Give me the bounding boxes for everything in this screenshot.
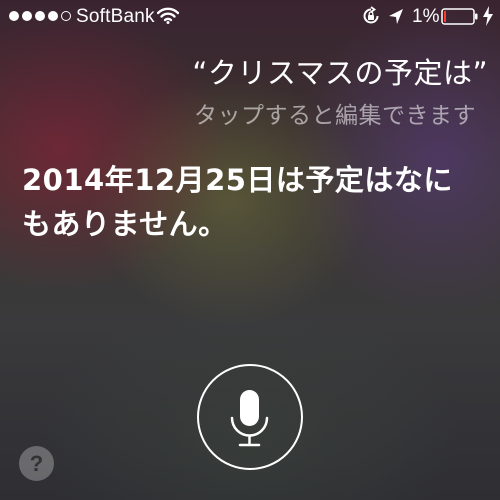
- wifi-icon: [157, 7, 179, 24]
- help-button[interactable]: ?: [19, 446, 54, 481]
- microphone-button[interactable]: [197, 364, 303, 470]
- carrier-name: SoftBank: [76, 6, 155, 27]
- signal-dot: [35, 11, 45, 21]
- status-bar: SoftBank 1%: [0, 0, 500, 34]
- battery-percent: 1%: [412, 6, 440, 27]
- signal-dot: [9, 11, 19, 21]
- microphone-icon: [230, 390, 269, 447]
- tap-to-edit-hint: タップすると編集できます: [194, 103, 476, 129]
- battery-icon: [441, 8, 478, 25]
- signal-dot-empty: [61, 11, 71, 21]
- siri-query-text[interactable]: “クリスマスの予定は”: [192, 50, 488, 92]
- location-arrow-icon: [389, 9, 403, 24]
- signal-dot: [48, 11, 58, 21]
- orientation-lock-icon: [363, 6, 379, 24]
- charging-bolt-icon: [483, 6, 493, 26]
- siri-response-text: 2014年12月25日は予定はなにもありません。: [22, 163, 453, 241]
- signal-dot: [22, 11, 32, 21]
- signal-strength-indicator: [9, 11, 71, 21]
